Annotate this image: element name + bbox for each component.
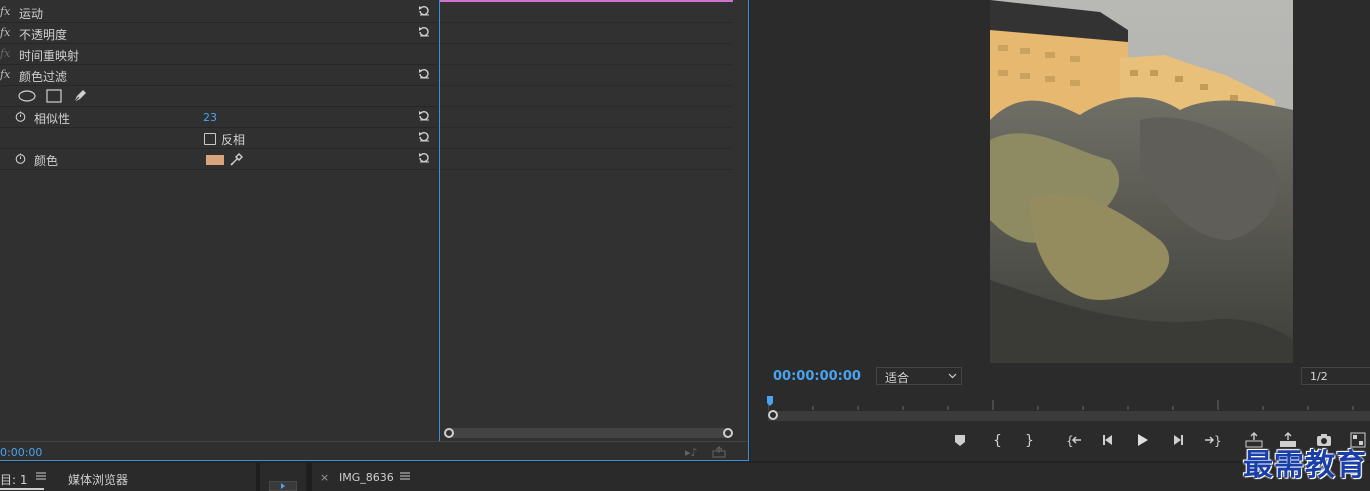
export-icon[interactable]	[712, 446, 726, 458]
resolution-dropdown[interactable]: 1/2	[1301, 367, 1370, 385]
svg-text:{: {	[1066, 434, 1074, 448]
chevron-down-icon	[948, 373, 957, 379]
invert-checkbox[interactable]	[204, 133, 216, 145]
go-to-out-icon[interactable]: }	[1202, 430, 1222, 450]
stopwatch-icon[interactable]	[15, 153, 26, 164]
effect-properties-list: fx 运动 fx 不透明度 fx 时间重映射 fx 颜色过滤 相似性 23 反相…	[0, 0, 438, 441]
svg-text:}: }	[1214, 434, 1222, 448]
play-icon[interactable]	[1132, 430, 1152, 450]
similarity-value[interactable]: 23	[203, 111, 217, 124]
param-label: 相似性	[34, 112, 71, 126]
timeline-zoom-scrollbar[interactable]	[444, 428, 733, 438]
effect-row-color-pass[interactable]: fx 颜色过滤	[0, 65, 438, 86]
effect-row-opacity[interactable]: fx 不透明度	[0, 23, 438, 44]
zoom-value: 适合	[885, 371, 910, 385]
step-forward-icon[interactable]	[1168, 430, 1188, 450]
reset-icon[interactable]	[418, 67, 430, 79]
reset-icon[interactable]	[418, 151, 430, 163]
tab-media-browser[interactable]: 媒体浏览器	[68, 471, 128, 488]
svg-text:{: {	[993, 433, 1002, 449]
video-preview[interactable]	[990, 0, 1293, 363]
effect-label: 颜色过滤	[19, 70, 68, 84]
effect-controls-panel: fx 运动 fx 不透明度 fx 时间重映射 fx 颜色过滤 相似性 23 反相…	[0, 0, 749, 461]
add-marker-icon[interactable]	[950, 430, 970, 450]
fx-toggle[interactable]: fx	[0, 68, 12, 81]
reset-icon[interactable]	[418, 130, 430, 142]
pen-mask-icon[interactable]	[72, 88, 88, 104]
ellipse-mask-icon[interactable]	[18, 90, 36, 102]
watermark-logo: 最需教育	[1243, 448, 1367, 483]
mask-tools-row	[0, 86, 438, 107]
scrollbar-left-handle[interactable]	[444, 428, 454, 438]
video-frame-image	[990, 0, 1293, 363]
effect-row-time-remap[interactable]: fx 时间重映射	[0, 44, 438, 65]
sequence-panel-tabs: × IMG_8636	[312, 463, 1370, 491]
scrubber-track[interactable]	[768, 411, 1370, 421]
reset-icon[interactable]	[418, 109, 430, 121]
tab-sequence[interactable]: IMG_8636	[339, 471, 394, 484]
tools-panel	[260, 463, 306, 491]
effect-label: 时间重映射	[19, 49, 80, 63]
param-label: 颜色	[34, 154, 59, 168]
effect-timeline-area[interactable]	[439, 0, 748, 441]
resolution-value: 1/2	[1310, 370, 1328, 383]
active-tab-underline	[0, 488, 44, 490]
rectangle-mask-icon[interactable]	[46, 89, 62, 103]
param-row-color: 颜色	[0, 149, 438, 170]
reset-icon[interactable]	[418, 25, 430, 37]
timeline-track-row	[440, 107, 733, 128]
go-to-in-icon[interactable]: {	[1064, 430, 1084, 450]
effect-label: 运动	[19, 7, 44, 21]
stopwatch-icon[interactable]	[15, 111, 26, 122]
param-row-invert: 反相	[0, 128, 438, 149]
step-back-icon[interactable]	[1098, 430, 1118, 450]
effect-timecode[interactable]: 0:00:00	[0, 446, 42, 459]
mark-out-icon[interactable]: }	[1018, 430, 1038, 450]
timeline-track-row	[440, 2, 733, 23]
selection-tool-icon[interactable]	[269, 481, 297, 491]
playhead-marker[interactable]	[767, 396, 775, 408]
fx-toggle[interactable]: fx	[0, 47, 12, 60]
color-swatch[interactable]	[206, 155, 224, 165]
mark-in-icon[interactable]: {	[986, 430, 1006, 450]
panel-menu-icon[interactable]	[36, 471, 46, 481]
panel-menu-icon[interactable]	[400, 471, 410, 481]
scrollbar-right-handle[interactable]	[723, 428, 733, 438]
program-monitor: 00:00:00:00 适合 1/2 { } { }	[750, 0, 1370, 461]
param-row-similarity: 相似性 23	[0, 107, 438, 128]
timeline-track-row	[440, 128, 733, 149]
effect-row-motion[interactable]: fx 运动	[0, 2, 438, 23]
svg-text:}: }	[1025, 433, 1034, 449]
timeline-track-row	[440, 44, 733, 65]
audio-only-icon[interactable]: ▸♪	[685, 446, 699, 459]
invert-label: 反相	[221, 133, 246, 147]
reset-icon[interactable]	[418, 4, 430, 16]
fx-toggle[interactable]: fx	[0, 26, 12, 39]
fx-toggle[interactable]: fx	[0, 5, 12, 18]
timeline-track-row	[440, 86, 733, 107]
scrubber-handle[interactable]	[768, 410, 778, 420]
timeline-track-row	[440, 65, 733, 86]
timeline-track-row	[440, 23, 733, 44]
program-timecode[interactable]: 00:00:00:00	[773, 369, 861, 384]
project-panel-tabs: 目: 1 媒体浏览器	[0, 463, 256, 491]
close-tab-icon[interactable]: ×	[320, 471, 329, 484]
effect-controls-footer: 0:00:00 ▸♪	[0, 441, 748, 460]
effect-label: 不透明度	[19, 28, 68, 42]
timeline-track-row	[440, 149, 733, 170]
zoom-dropdown[interactable]: 适合	[876, 367, 962, 385]
bottom-panel-tabs: 目: 1 媒体浏览器 × IMG_8636	[0, 463, 1370, 491]
time-ruler[interactable]	[768, 396, 1370, 412]
eyedropper-icon[interactable]	[230, 152, 244, 166]
tab-project[interactable]: 目: 1	[0, 471, 28, 488]
